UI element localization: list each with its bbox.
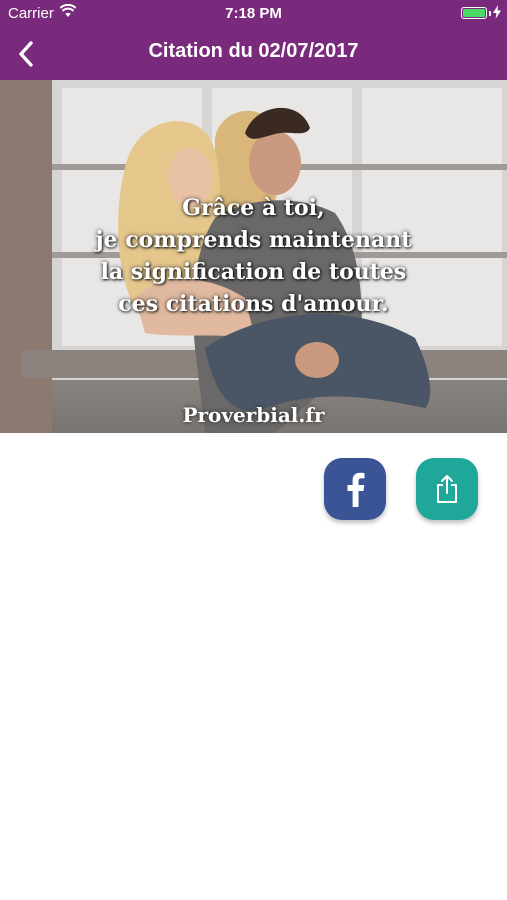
status-time: 7:18 PM: [225, 5, 282, 22]
quote-line: Grâce à toi,: [182, 195, 325, 221]
battery-tip: [489, 11, 491, 16]
facebook-share-button[interactable]: [324, 458, 386, 520]
quote-text: Grâce à toi, je comprends maintenant la …: [0, 192, 507, 320]
quote-image: Grâce à toi, je comprends maintenant la …: [0, 80, 507, 433]
navigation-bar: Citation du 02/07/2017: [0, 28, 507, 80]
quote-line: je comprends maintenant: [95, 227, 412, 253]
share-button[interactable]: [416, 458, 478, 520]
page-title: Citation du 02/07/2017: [148, 40, 359, 62]
share-icon: [437, 475, 457, 503]
quote-line: la signification de toutes: [100, 259, 407, 285]
facebook-icon: [347, 472, 365, 507]
quote-line: ces citations d'amour.: [118, 291, 389, 317]
battery-icon: [461, 7, 487, 19]
status-bar: Carrier 7:18 PM: [0, 0, 507, 28]
header: Carrier 7:18 PM Citation du 02/07/2017: [0, 0, 507, 80]
charging-bolt-icon: [493, 5, 501, 23]
watermark: Proverbial.fr: [182, 403, 325, 427]
